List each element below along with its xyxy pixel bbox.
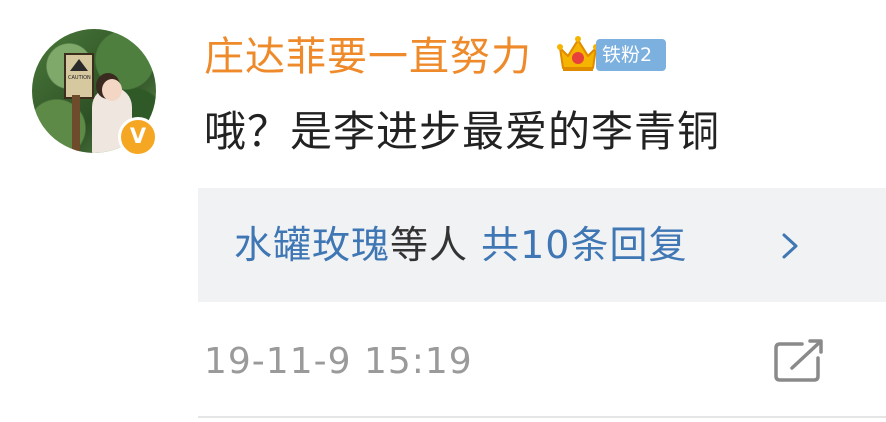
reply-connector: 等人 — [390, 223, 469, 267]
verified-badge-icon: V — [118, 117, 158, 157]
caution-sign: CAUTION — [64, 53, 94, 99]
comment-text: 哦？是李进步最爱的李青铜 — [204, 107, 721, 156]
replies-summary[interactable]: 水罐玫瑰等人 共10条回复 — [198, 188, 886, 302]
reply-user-names[interactable]: 水罐玫瑰 — [234, 223, 390, 267]
reply-count-link[interactable]: 共10条回复 — [481, 223, 687, 267]
verified-badge-label: V — [129, 123, 147, 148]
edit-icon[interactable] — [772, 338, 826, 384]
warning-triangle-icon — [70, 59, 88, 71]
caution-sign-text: CAUTION — [68, 75, 91, 81]
avatar-person-head — [102, 79, 122, 101]
fan-level-badge: 铁粉2 — [596, 39, 666, 71]
sign-post — [72, 95, 80, 153]
replies-summary-text: 水罐玫瑰等人 共10条回复 — [234, 220, 687, 270]
username[interactable]: 庄达菲要一直努力 — [204, 34, 532, 80]
crown-icon — [557, 36, 599, 71]
divider — [198, 416, 886, 418]
comment-timestamp: 19-11-9 15:19 — [204, 341, 473, 382]
chevron-right-icon — [782, 233, 798, 259]
